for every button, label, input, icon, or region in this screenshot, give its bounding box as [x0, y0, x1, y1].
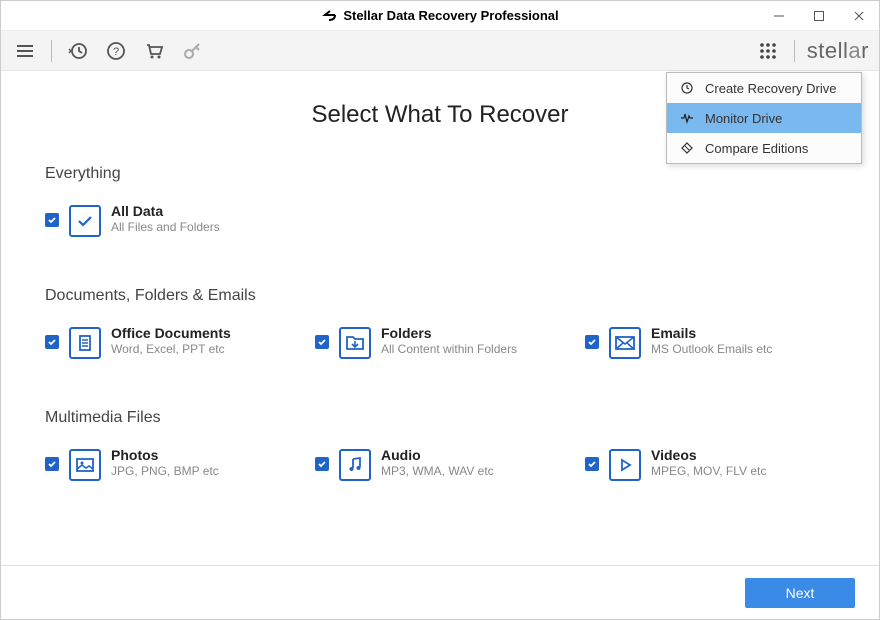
option-sub: MP3, WMA, WAV etc: [381, 464, 494, 478]
help-icon[interactable]: ?: [102, 37, 130, 65]
checkbox-checked-icon[interactable]: [45, 457, 59, 471]
checkbox-checked-icon[interactable]: [45, 335, 59, 349]
window-close-button[interactable]: [839, 1, 879, 31]
checkbox-checked-icon[interactable]: [585, 457, 599, 471]
option-sub: Word, Excel, PPT etc: [111, 342, 231, 356]
checkbox-checked-icon[interactable]: [45, 213, 59, 227]
option-sub: All Files and Folders: [111, 220, 220, 234]
titlebar: Stellar Data Recovery Professional: [1, 1, 879, 31]
envelope-icon: [609, 327, 641, 359]
music-note-icon: [339, 449, 371, 481]
option-sub: MS Outlook Emails etc: [651, 342, 772, 356]
tools-dropdown: Create Recovery Drive Monitor Drive Comp…: [666, 72, 862, 164]
folder-download-icon: [339, 327, 371, 359]
section-multimedia: Multimedia Files Photos JPG, PNG, BMP et…: [45, 409, 835, 481]
dropdown-item-compare-editions[interactable]: Compare Editions: [667, 133, 861, 163]
play-icon: [609, 449, 641, 481]
cart-icon[interactable]: [140, 37, 168, 65]
section-label: Everything: [45, 165, 835, 183]
toolbar: ? stellar: [1, 31, 879, 71]
dropdown-item-label: Compare Editions: [705, 141, 808, 156]
apps-grid-icon[interactable]: [754, 37, 782, 65]
svg-text:?: ?: [113, 46, 119, 58]
dropdown-item-label: Create Recovery Drive: [705, 81, 837, 96]
option-title: All Data: [111, 203, 220, 219]
section-everything: Everything All Data All Files and Folder…: [45, 165, 835, 237]
checkbox-checked-icon[interactable]: [585, 335, 599, 349]
hamburger-icon[interactable]: [11, 37, 39, 65]
next-button[interactable]: Next: [745, 578, 855, 608]
window-title: Stellar Data Recovery Professional: [343, 8, 558, 23]
option-all-data[interactable]: All Data All Files and Folders: [45, 203, 295, 237]
back-icon[interactable]: [321, 8, 337, 24]
dropdown-item-create-recovery-drive[interactable]: Create Recovery Drive: [667, 73, 861, 103]
dropdown-item-label: Monitor Drive: [705, 111, 782, 126]
stellar-logo: stellar: [807, 38, 869, 64]
checkbox-checked-icon[interactable]: [315, 335, 329, 349]
option-videos[interactable]: Videos MPEG, MOV, FLV etc: [585, 447, 835, 481]
checkbox-checked-icon[interactable]: [315, 457, 329, 471]
option-emails[interactable]: Emails MS Outlook Emails etc: [585, 325, 835, 359]
photo-icon: [69, 449, 101, 481]
option-office-documents[interactable]: Office Documents Word, Excel, PPT etc: [45, 325, 295, 359]
option-title: Audio: [381, 447, 494, 463]
history-clock-icon: [679, 80, 695, 96]
history-icon[interactable]: [64, 37, 92, 65]
window-minimize-button[interactable]: [759, 1, 799, 31]
section-label: Documents, Folders & Emails: [45, 287, 835, 305]
option-title: Folders: [381, 325, 517, 341]
option-sub: JPG, PNG, BMP etc: [111, 464, 219, 478]
waveform-icon: [679, 110, 695, 126]
section-documents: Documents, Folders & Emails Office Docum…: [45, 287, 835, 359]
option-sub: MPEG, MOV, FLV etc: [651, 464, 766, 478]
option-title: Office Documents: [111, 325, 231, 341]
option-folders[interactable]: Folders All Content within Folders: [315, 325, 565, 359]
footer: Next: [1, 565, 879, 619]
option-title: Photos: [111, 447, 219, 463]
key-icon[interactable]: [178, 37, 206, 65]
option-title: Videos: [651, 447, 766, 463]
option-sub: All Content within Folders: [381, 342, 517, 356]
compare-icon: [679, 140, 695, 156]
option-photos[interactable]: Photos JPG, PNG, BMP etc: [45, 447, 295, 481]
option-title: Emails: [651, 325, 772, 341]
option-audio[interactable]: Audio MP3, WMA, WAV etc: [315, 447, 565, 481]
window-maximize-button[interactable]: [799, 1, 839, 31]
document-icon: [69, 327, 101, 359]
section-label: Multimedia Files: [45, 409, 835, 427]
all-data-icon: [69, 205, 101, 237]
dropdown-item-monitor-drive[interactable]: Monitor Drive: [667, 103, 861, 133]
